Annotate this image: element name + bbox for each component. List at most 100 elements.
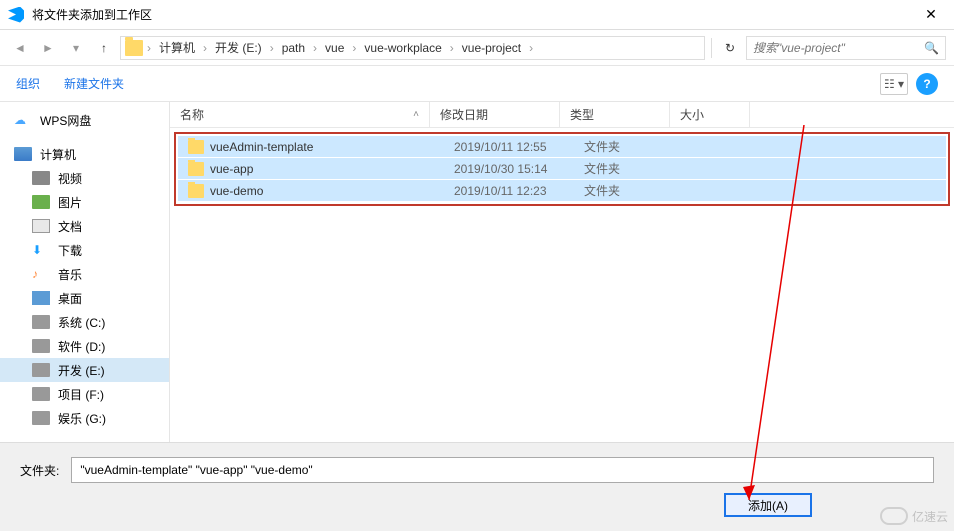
breadcrumb-item[interactable]: vue-project bbox=[458, 41, 525, 55]
file-date: 2019/10/11 12:55 bbox=[444, 140, 574, 154]
new-folder-button[interactable]: 新建文件夹 bbox=[64, 75, 124, 92]
back-button[interactable]: ◄ bbox=[8, 36, 32, 60]
view-options-button[interactable]: ☷ ▾ bbox=[880, 73, 908, 95]
sidebar-item-desktop[interactable]: 桌面 bbox=[0, 286, 169, 310]
sidebar-item-video[interactable]: 视频 bbox=[0, 166, 169, 190]
sidebar-item-downloads[interactable]: ⬇ 下载 bbox=[0, 238, 169, 262]
breadcrumb-item[interactable]: vue-workplace bbox=[360, 41, 445, 55]
sort-icon: ˄ bbox=[413, 109, 419, 120]
col-size[interactable]: 大小 bbox=[670, 102, 750, 127]
file-name: vue-app bbox=[210, 162, 444, 176]
file-name: vueAdmin-template bbox=[210, 140, 444, 154]
window-title: 将文件夹添加到工作区 bbox=[32, 6, 916, 23]
sidebar-item-drive-c[interactable]: 系统 (C:) bbox=[0, 310, 169, 334]
drive-icon bbox=[32, 363, 50, 377]
music-icon: ♪ bbox=[32, 267, 50, 281]
bottom-bar: 文件夹: 添加(A) bbox=[0, 442, 954, 531]
up-button[interactable]: ↑ bbox=[92, 36, 116, 60]
file-row[interactable]: vue-demo 2019/10/11 12:23 文件夹 bbox=[178, 180, 946, 202]
sidebar-item-pictures[interactable]: 图片 bbox=[0, 190, 169, 214]
file-type: 文件夹 bbox=[574, 138, 684, 155]
recent-button[interactable]: ▾ bbox=[64, 36, 88, 60]
breadcrumb-item[interactable]: 计算机 bbox=[155, 39, 199, 56]
sidebar-item-drive-d[interactable]: 软件 (D:) bbox=[0, 334, 169, 358]
sidebar[interactable]: ☁ WPS网盘 计算机 视频 图片 文档 ⬇ 下载 ♪ 音乐 桌面 系统 (C:) 软… bbox=[0, 102, 170, 462]
file-area: 名称˄ 修改日期 类型 大小 vueAdmin-template 2019/10… bbox=[170, 102, 954, 462]
sidebar-label: 计算机 bbox=[40, 146, 76, 163]
document-icon bbox=[32, 219, 50, 233]
column-header: 名称˄ 修改日期 类型 大小 bbox=[170, 102, 954, 128]
drive-icon bbox=[32, 387, 50, 401]
sidebar-label: 音乐 bbox=[58, 266, 82, 283]
col-type[interactable]: 类型 bbox=[560, 102, 670, 127]
chevron-right-icon: › bbox=[311, 41, 319, 55]
refresh-button[interactable]: ↻ bbox=[718, 36, 742, 60]
chevron-right-icon: › bbox=[145, 41, 153, 55]
titlebar: 将文件夹添加到工作区 ✕ bbox=[0, 0, 954, 30]
col-date[interactable]: 修改日期 bbox=[430, 102, 560, 127]
chevron-right-icon: › bbox=[527, 41, 535, 55]
breadcrumb-item[interactable]: vue bbox=[321, 41, 348, 55]
chevron-right-icon: › bbox=[201, 41, 209, 55]
vscode-icon bbox=[8, 7, 24, 23]
navbar: ◄ ► ▾ ↑ › 计算机 › 开发 (E:) › path › vue › v… bbox=[0, 30, 954, 66]
search-icon[interactable]: 🔍 bbox=[924, 41, 939, 55]
file-type: 文件夹 bbox=[574, 160, 684, 177]
sidebar-item-documents[interactable]: 文档 bbox=[0, 214, 169, 238]
file-row[interactable]: vue-app 2019/10/30 15:14 文件夹 bbox=[178, 158, 946, 180]
breadcrumb-item[interactable]: 开发 (E:) bbox=[211, 39, 266, 56]
cloud-icon: ☁ bbox=[14, 113, 32, 127]
breadcrumb[interactable]: › 计算机 › 开发 (E:) › path › vue › vue-workp… bbox=[120, 36, 705, 60]
cloud-icon bbox=[880, 507, 908, 525]
add-button[interactable]: 添加(A) bbox=[724, 493, 812, 517]
chevron-right-icon: › bbox=[448, 41, 456, 55]
sidebar-label: 娱乐 (G:) bbox=[58, 410, 106, 427]
folder-icon bbox=[188, 162, 204, 176]
sidebar-item-wps[interactable]: ☁ WPS网盘 bbox=[0, 108, 169, 132]
file-row[interactable]: vueAdmin-template 2019/10/11 12:55 文件夹 bbox=[178, 136, 946, 158]
file-date: 2019/10/30 15:14 bbox=[444, 162, 574, 176]
folder-icon bbox=[125, 40, 143, 56]
col-name[interactable]: 名称˄ bbox=[170, 102, 430, 127]
drive-icon bbox=[32, 411, 50, 425]
chevron-right-icon: › bbox=[268, 41, 276, 55]
computer-icon bbox=[14, 147, 32, 161]
sidebar-item-drive-e[interactable]: 开发 (E:) bbox=[0, 358, 169, 382]
folder-label: 文件夹: bbox=[20, 462, 59, 479]
sidebar-label: 桌面 bbox=[58, 290, 82, 307]
help-button[interactable]: ? bbox=[916, 73, 938, 95]
file-list: vueAdmin-template 2019/10/11 12:55 文件夹 v… bbox=[174, 132, 950, 206]
folder-input[interactable] bbox=[71, 457, 934, 483]
download-icon: ⬇ bbox=[32, 243, 50, 257]
folder-icon bbox=[188, 140, 204, 154]
sidebar-item-music[interactable]: ♪ 音乐 bbox=[0, 262, 169, 286]
sidebar-label: 下载 bbox=[58, 242, 82, 259]
sidebar-label: 视频 bbox=[58, 170, 82, 187]
sidebar-label: WPS网盘 bbox=[40, 112, 91, 129]
drive-icon bbox=[32, 315, 50, 329]
close-button[interactable]: ✕ bbox=[916, 6, 946, 23]
main-area: ☁ WPS网盘 计算机 视频 图片 文档 ⬇ 下载 ♪ 音乐 桌面 系统 (C:) 软… bbox=[0, 102, 954, 462]
forward-button: ► bbox=[36, 36, 60, 60]
desktop-icon bbox=[32, 291, 50, 305]
sidebar-item-computer[interactable]: 计算机 bbox=[0, 142, 169, 166]
sidebar-item-drive-f[interactable]: 项目 (F:) bbox=[0, 382, 169, 406]
search-box[interactable]: 🔍 bbox=[746, 36, 946, 60]
watermark-text: 亿速云 bbox=[912, 508, 948, 525]
video-icon bbox=[32, 171, 50, 185]
file-type: 文件夹 bbox=[574, 182, 684, 199]
toolbar: 组织 新建文件夹 ☷ ▾ ? bbox=[0, 66, 954, 102]
chevron-right-icon: › bbox=[350, 41, 358, 55]
sidebar-label: 图片 bbox=[58, 194, 82, 211]
sidebar-label: 系统 (C:) bbox=[58, 314, 105, 331]
organize-button[interactable]: 组织 bbox=[16, 75, 40, 92]
sidebar-item-drive-g[interactable]: 娱乐 (G:) bbox=[0, 406, 169, 430]
breadcrumb-item[interactable]: path bbox=[278, 41, 309, 55]
sidebar-label: 文档 bbox=[58, 218, 82, 235]
drive-icon bbox=[32, 339, 50, 353]
folder-icon bbox=[188, 184, 204, 198]
image-icon bbox=[32, 195, 50, 209]
search-input[interactable] bbox=[753, 41, 924, 55]
sidebar-label: 开发 (E:) bbox=[58, 362, 105, 379]
separator bbox=[711, 38, 712, 58]
